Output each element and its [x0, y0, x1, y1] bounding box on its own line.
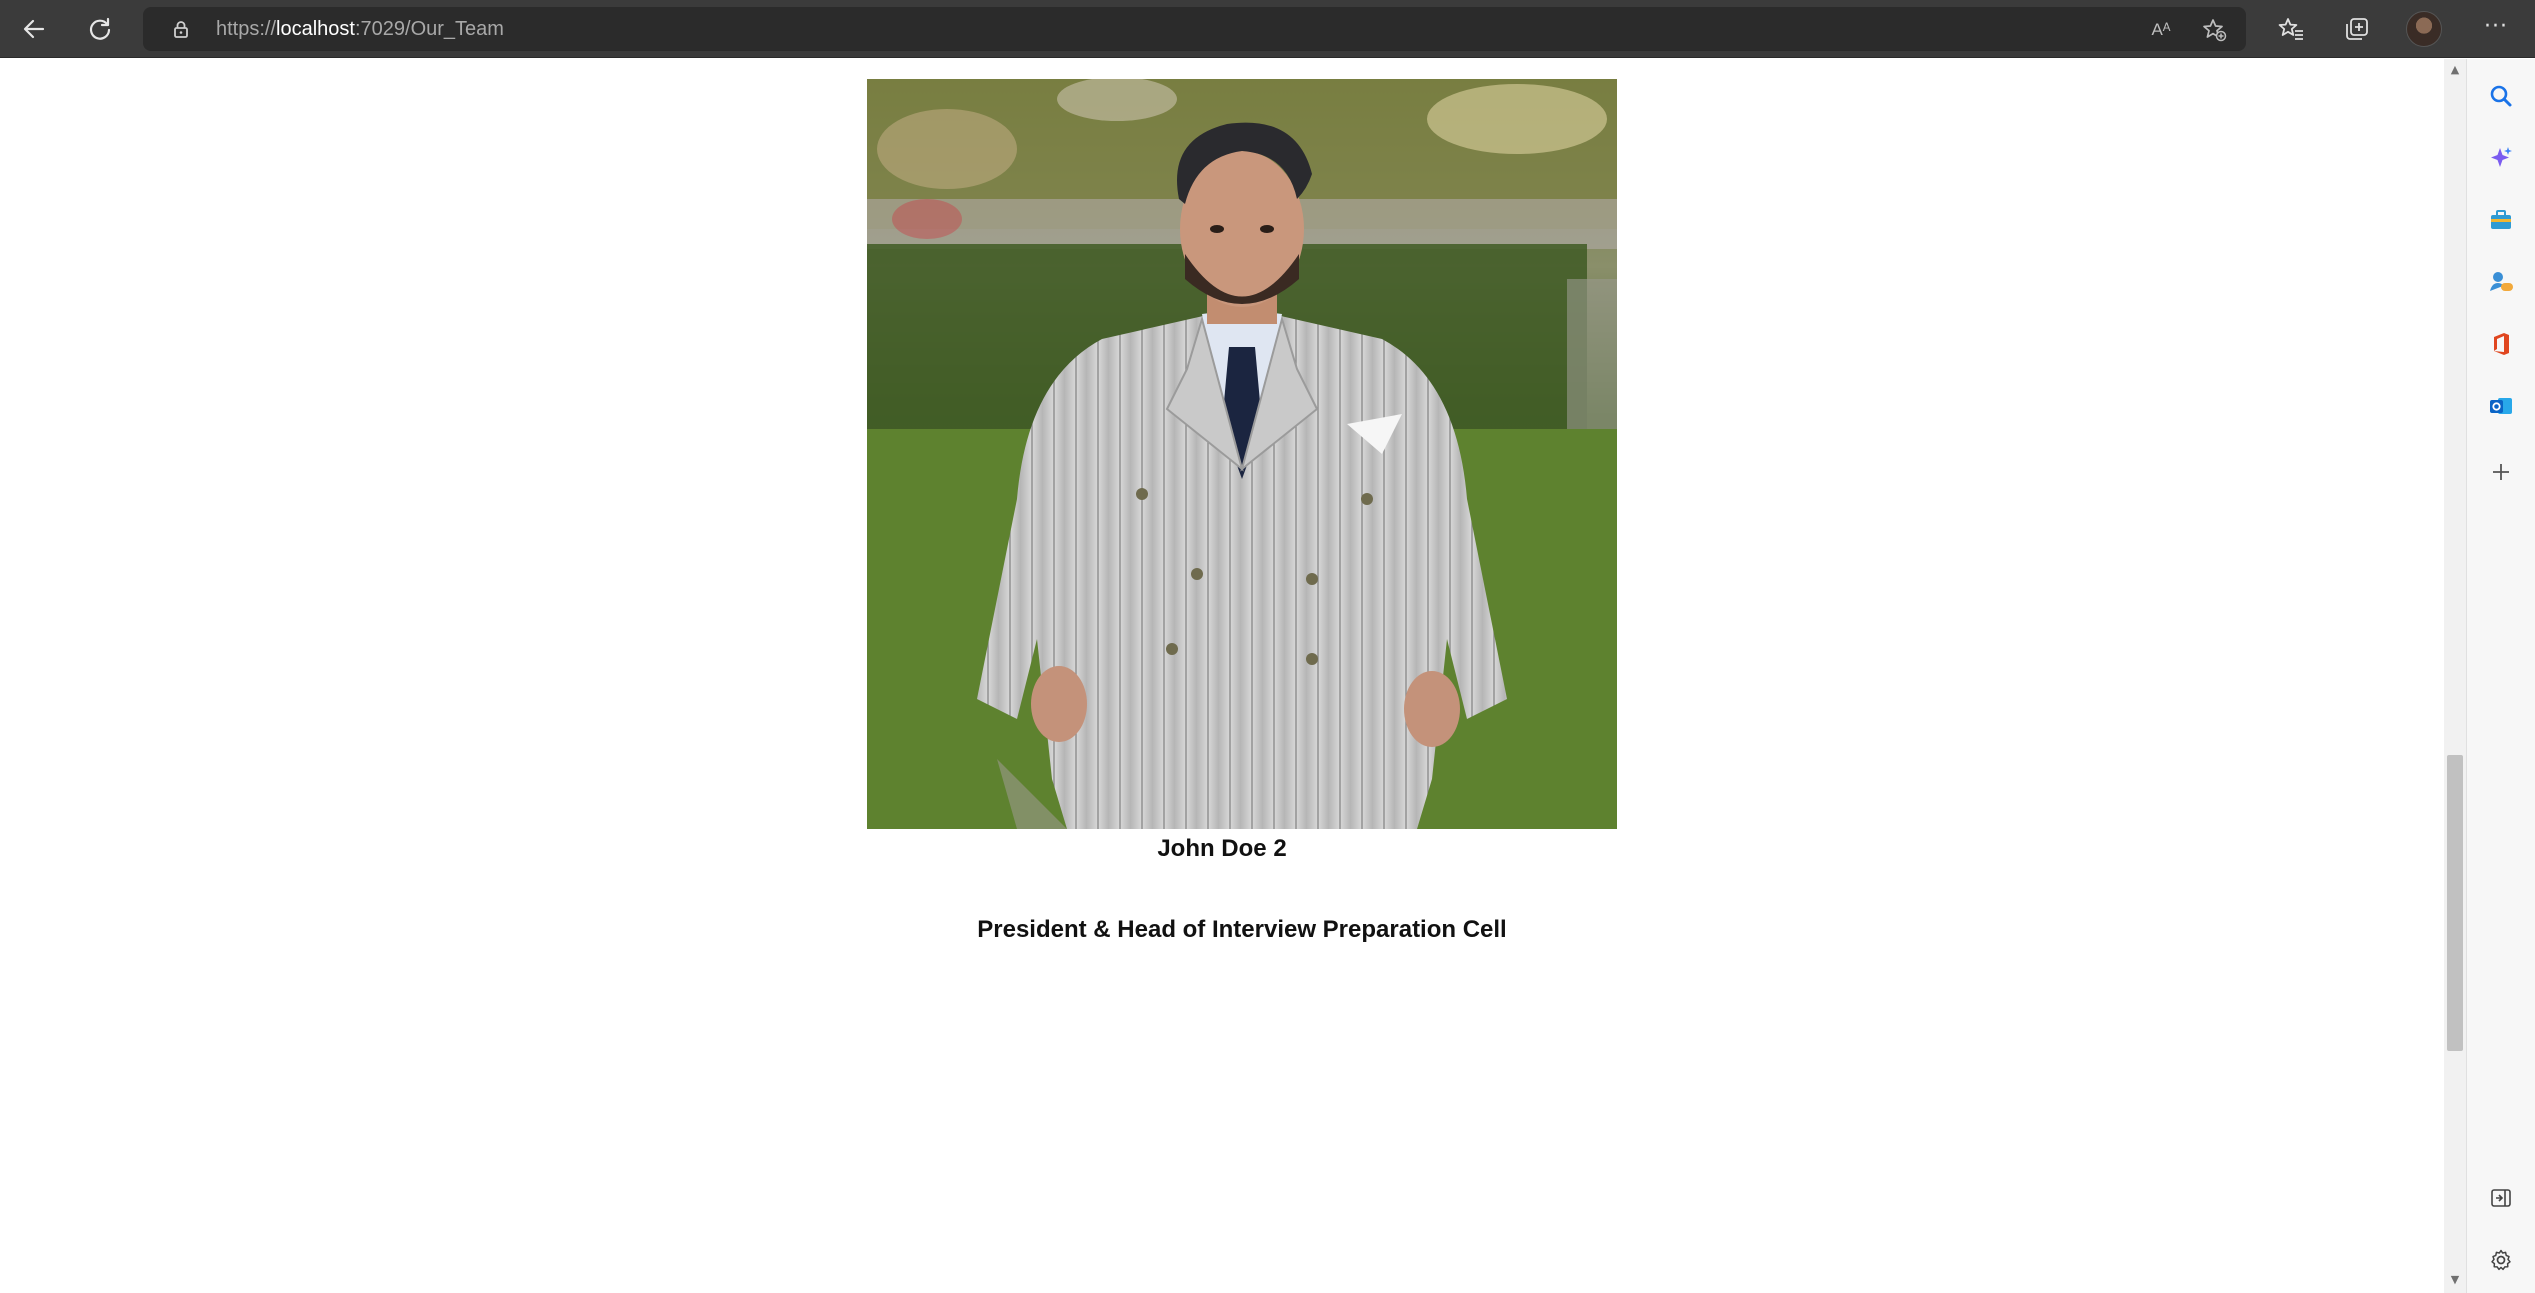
hide-sidebar-icon — [2491, 1189, 2511, 1207]
sidebar-copilot-button[interactable] — [2484, 141, 2518, 175]
sidebar-outlook-button[interactable] — [2484, 389, 2518, 423]
url-text[interactable]: https://localhost:7029/Our_Team — [216, 18, 504, 41]
collections-button[interactable] — [2340, 12, 2374, 46]
refresh-icon — [89, 17, 111, 40]
add-icon — [2493, 464, 2509, 480]
refresh-button[interactable] — [80, 10, 120, 48]
url-scheme: https:// — [216, 18, 277, 40]
more-button[interactable]: ··· — [2478, 12, 2514, 46]
outlook-icon — [2490, 398, 2512, 414]
page-content: John Doe 2 President & Head of Interview… — [0, 59, 2444, 1293]
favorites-button[interactable] — [2274, 12, 2308, 46]
browser-toolbar: https://localhost:7029/Our_Team Aᴬ ··· — [0, 0, 2535, 58]
games-icon — [2490, 272, 2513, 291]
search-icon — [2490, 85, 2512, 107]
sidebar-hide-button[interactable] — [2484, 1181, 2518, 1215]
url-path: :7029/Our_Team — [354, 18, 504, 40]
collections-icon — [2346, 18, 2368, 40]
tools-icon — [2491, 210, 2511, 229]
vertical-scrollbar[interactable]: ▲ ▼ — [2444, 59, 2466, 1293]
profile-avatar[interactable] — [2406, 11, 2442, 47]
sidebar-search-button[interactable] — [2484, 79, 2518, 113]
browser-sidebar — [2466, 59, 2535, 1293]
add-favorite-button[interactable] — [2200, 16, 2228, 44]
sidebar-tools-button[interactable] — [2484, 203, 2518, 237]
back-icon — [23, 19, 45, 39]
sidebar-settings-button[interactable] — [2484, 1243, 2518, 1277]
read-aloud-button[interactable]: Aᴬ — [2147, 16, 2175, 44]
url-host: localhost — [276, 18, 355, 40]
scroll-down-arrow-icon[interactable]: ▼ — [2444, 1273, 2466, 1289]
scroll-thumb[interactable] — [2447, 755, 2463, 1051]
member-name: John Doe 2 — [1157, 835, 1287, 862]
address-bar[interactable]: https://localhost:7029/Our_Team Aᴬ — [143, 7, 2246, 51]
sidebar-games-button[interactable] — [2484, 265, 2518, 299]
copilot-icon — [2491, 147, 2512, 167]
scroll-up-arrow-icon[interactable]: ▲ — [2444, 63, 2466, 79]
add-favorite-icon — [2203, 19, 2227, 42]
more-icon: ··· — [2484, 14, 2508, 39]
favorites-icon — [2278, 18, 2303, 40]
lock-icon[interactable] — [171, 19, 191, 39]
sidebar-office-button[interactable] — [2484, 327, 2518, 361]
office-icon — [2494, 333, 2509, 355]
settings-icon — [2491, 1249, 2511, 1271]
team-member-photo — [867, 79, 1617, 829]
back-button[interactable] — [14, 10, 54, 48]
sidebar-add-button[interactable] — [2484, 455, 2518, 489]
member-role: President & Head of Interview Preparatio… — [977, 916, 1507, 943]
read-aloud-icon: Aᴬ — [2151, 20, 2171, 39]
